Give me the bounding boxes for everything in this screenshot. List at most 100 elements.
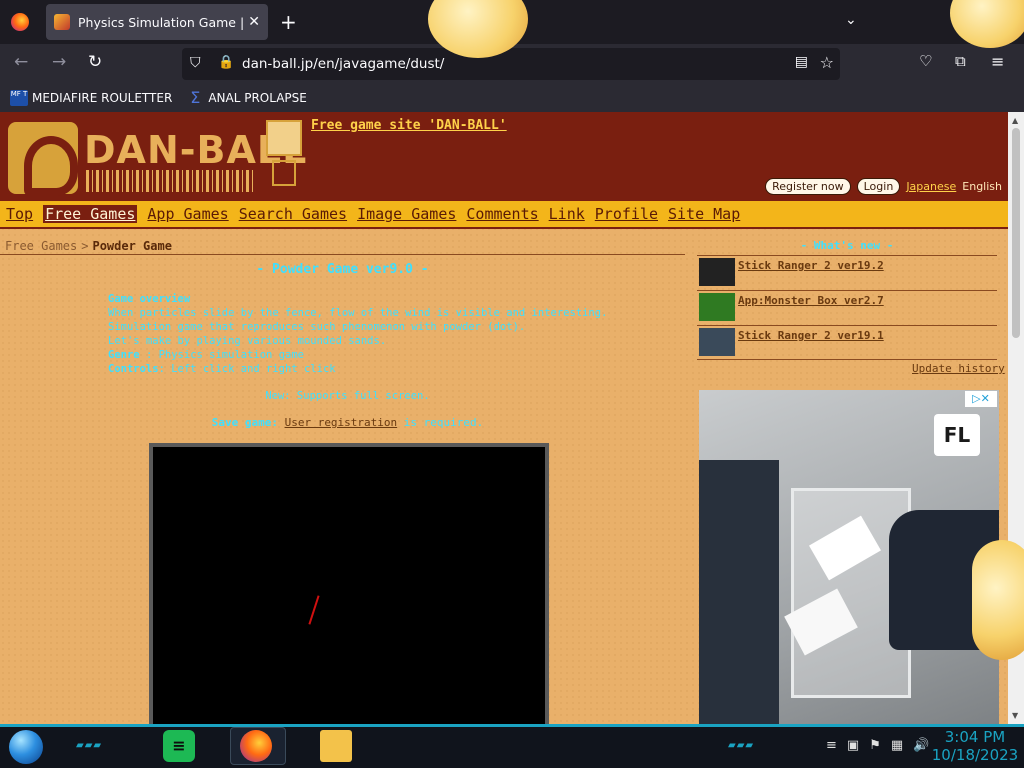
account-links: Register now Login Japanese English [765, 178, 1002, 195]
bookmark-mediafire[interactable]: MF T MEDIAFIRE ROULETTER [10, 90, 172, 106]
bookmark-label: ANAL PROLAPSE [208, 91, 307, 105]
ad-brand-logo[interactable]: FL [934, 414, 980, 456]
clock[interactable]: 3:04 PM 10/18/2023 [930, 728, 1020, 764]
nav-image-games[interactable]: Image Games [357, 205, 456, 223]
ad-person-left [699, 460, 779, 724]
tracking-shield-icon[interactable]: ⛉ [190, 55, 201, 71]
bookmark-star-icon[interactable]: ☆ [820, 53, 834, 72]
taskbar: ▰▰▰ ≡ ▰▰▰ ≡ ▣ ⚑ ▦ 🔊 3:04 PM 10/18/2023 [0, 724, 1024, 768]
list-all-tabs-icon[interactable]: ⌄ [845, 12, 857, 28]
start-orb-icon[interactable] [9, 730, 43, 764]
scroll-up-icon[interactable]: ▲ [1012, 116, 1018, 125]
controls-row: Controls: Left click and right click [108, 362, 628, 376]
stick-ranger-thumbnail-icon[interactable] [699, 258, 735, 286]
firefox-icon[interactable] [240, 730, 272, 762]
register-button[interactable]: Register now [765, 178, 851, 195]
network-icon[interactable]: ▦ [891, 738, 903, 753]
overview-line: Simulation game that reproduces such phe… [108, 321, 526, 333]
mediafire-icon: MF T [10, 90, 28, 106]
reload-icon[interactable]: ↻ [88, 52, 102, 72]
news-item[interactable]: Stick Ranger 2 ver19.1 [697, 325, 997, 357]
dan-ball-logo-icon[interactable] [8, 122, 78, 196]
reader-view-icon[interactable]: ▤ [795, 54, 808, 70]
volume-icon[interactable]: 🔊 [913, 738, 929, 753]
breadcrumb-current: Powder Game [92, 239, 172, 253]
barcode-decoration [86, 170, 254, 192]
nav-link[interactable]: Link [549, 205, 585, 223]
taskbar-accent [0, 724, 1024, 727]
controls-value: : Left click and right click [158, 363, 336, 375]
hamburger-menu-icon[interactable]: ≡ [991, 52, 1004, 71]
url-bar[interactable]: ⛉ 🔒 dan-ball.jp/en/javagame/dust/ ▤ ☆ [182, 48, 840, 80]
tab-title: Physics Simulation Game | Pow [78, 14, 246, 30]
robot-mascot-icon [262, 120, 306, 194]
tab-favicon-icon [54, 14, 70, 30]
divider [697, 359, 997, 360]
nav-site-map[interactable]: Site Map [668, 205, 740, 223]
japanese-link[interactable]: Japanese [906, 180, 956, 193]
scrollbar-thumb[interactable] [1012, 128, 1020, 338]
web-page: DAN-BALL Free game site 'DAN-BALL' Regis… [0, 112, 1008, 724]
tab-active[interactable]: Physics Simulation Game | Pow ✕ [46, 4, 268, 40]
app-tray-icon[interactable]: ▣ [847, 738, 859, 753]
game-overview: Game overview When particles slide by th… [108, 292, 628, 376]
breadcrumb-free-games[interactable]: Free Games [5, 239, 77, 253]
game-canvas[interactable] [149, 443, 549, 724]
new-tab-button[interactable]: + [280, 10, 297, 34]
advertisement[interactable]: FL ▷✕ [699, 390, 999, 724]
site-title-link[interactable]: Free game site 'DAN-BALL' [311, 118, 507, 133]
nav-comments[interactable]: Comments [466, 205, 538, 223]
news-item[interactable]: Stick Ranger 2 ver19.2 [697, 255, 997, 287]
save-suffix: is required. [403, 416, 484, 429]
english-label: English [962, 180, 1002, 193]
site-header: DAN-BALL Free game site 'DAN-BALL' Regis… [0, 112, 1008, 201]
news-link[interactable]: Stick Ranger 2 ver19.2 [738, 259, 884, 272]
fullscreen-note: New: Supports full screen. [265, 390, 430, 402]
bookmark-second[interactable]: Σ ANAL PROLAPSE [186, 90, 307, 106]
url-text[interactable]: dan-ball.jp/en/javagame/dust/ [242, 56, 444, 72]
nav-top[interactable]: Top [6, 205, 33, 223]
system-tray: ≡ ▣ ⚑ ▦ 🔊 [826, 738, 929, 753]
login-button[interactable]: Login [856, 178, 901, 195]
nav-search-games[interactable]: Search Games [239, 205, 347, 223]
firefox-view-icon[interactable] [11, 13, 29, 31]
lock-icon[interactable]: 🔒 [218, 55, 234, 70]
breadcrumb-separator: > [81, 239, 89, 253]
controls-label: Controls [108, 363, 159, 375]
tab-close-icon[interactable]: ✕ [248, 14, 260, 30]
genre-row: Genre : Physics simulation game [108, 348, 628, 362]
clock-date: 10/18/2023 [931, 746, 1019, 764]
nav-profile[interactable]: Profile [595, 205, 658, 223]
news-link[interactable]: App:Monster Box ver2.7 [738, 294, 884, 307]
scroll-down-icon[interactable]: ▼ [1012, 711, 1018, 720]
flag-icon[interactable]: ⚑ [869, 738, 881, 753]
news-item[interactable]: App:Monster Box ver2.7 [697, 290, 997, 322]
forward-icon[interactable]: → [52, 52, 66, 72]
nav-app-games[interactable]: App Games [147, 205, 228, 223]
whats-new-heading: - What's new - [800, 239, 894, 252]
navigation-toolbar: ← → ↻ ⛉ 🔒 dan-ball.jp/en/javagame/dust/ … [0, 44, 1024, 84]
clock-time: 3:04 PM [944, 728, 1006, 746]
pocket-icon[interactable]: ♡ [919, 52, 932, 70]
file-explorer-icon[interactable] [320, 730, 352, 762]
save-label: Save game: [211, 416, 278, 429]
stick-ranger-thumbnail-icon[interactable] [699, 328, 735, 356]
monster-box-thumbnail-icon[interactable] [699, 293, 735, 321]
breadcrumb: Free Games > Powder Game [5, 239, 172, 253]
update-history-link[interactable]: Update history [912, 362, 1005, 375]
overview-line: Let's make by playing various mounded sa… [108, 335, 387, 347]
overview-label: Game overview [108, 293, 191, 305]
character-sticker-icon [972, 540, 1024, 660]
extensions-icon[interactable]: ⧉ [955, 52, 966, 70]
news-link[interactable]: Stick Ranger 2 ver19.1 [738, 329, 884, 342]
ad-choices-icon[interactable]: ▷✕ [965, 391, 997, 407]
overview-line: When particles slide by the fence, flow … [108, 307, 608, 319]
show-hidden-icons-icon[interactable]: ≡ [826, 738, 837, 753]
user-registration-link[interactable]: User registration [285, 416, 398, 429]
back-icon[interactable]: ← [14, 52, 28, 72]
spotify-icon[interactable]: ≡ [163, 730, 195, 762]
bookmarks-toolbar: MF T MEDIAFIRE ROULETTER Σ ANAL PROLAPSE [0, 84, 1024, 112]
taskbar-decoration: ▰▰▰ [728, 740, 755, 751]
nav-free-games[interactable]: Free Games [43, 205, 138, 223]
save-game-row: Save game: User registration is required… [0, 416, 695, 429]
